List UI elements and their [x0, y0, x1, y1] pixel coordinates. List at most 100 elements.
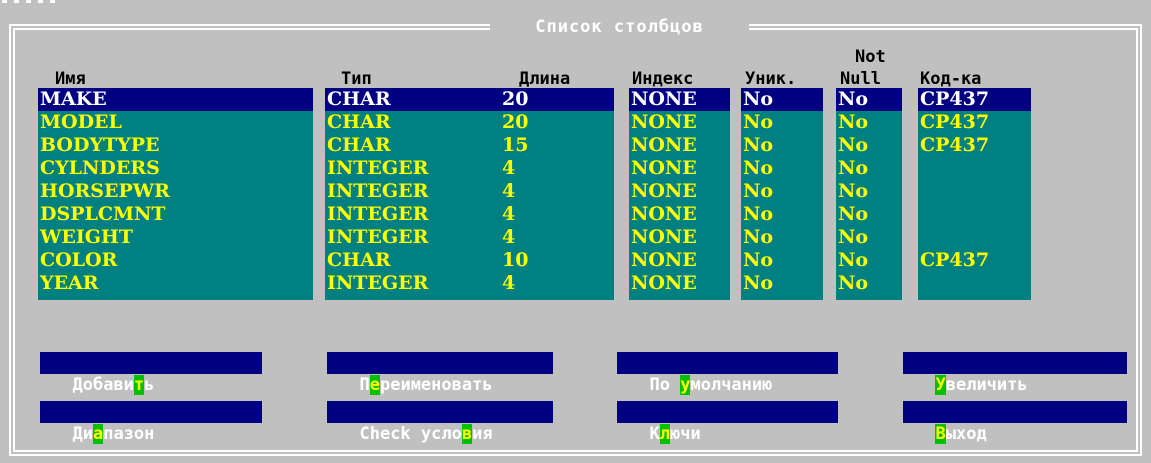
cell-length[interactable]: 4	[500, 203, 614, 226]
cell-name[interactable]: WEIGHT	[38, 226, 313, 249]
cell-name[interactable]: MAKE	[38, 88, 313, 111]
rename-button-label-pre: П	[359, 375, 370, 395]
dialog-title-bar: Список столбцов	[490, 14, 749, 40]
header-length: Длина	[519, 69, 571, 89]
default-button-label-pre: По	[649, 375, 681, 395]
header-index: Индекс	[632, 69, 694, 89]
cell-notnull[interactable]: No	[836, 111, 902, 134]
cell-name[interactable]: BODYTYPE	[38, 134, 313, 157]
exit-button-hotkey: В	[935, 424, 946, 444]
enlarge-button-hotkey: У	[935, 375, 946, 395]
check-button-label-pre: Check усло	[359, 424, 462, 444]
cell-length[interactable]: 4	[500, 180, 614, 203]
cell-notnull[interactable]: No	[836, 203, 902, 226]
cell-name[interactable]: MODEL	[38, 111, 313, 134]
cell-unique[interactable]: No	[741, 88, 823, 111]
cell-length[interactable]: 20	[500, 111, 614, 134]
cell-notnull[interactable]: No	[836, 88, 902, 111]
range-button-label-pre: Ди	[72, 424, 93, 444]
column-codepage[interactable]: CP437 CP437 CP437 CP437	[918, 88, 1031, 300]
check-conditions-button[interactable]: Check условия	[327, 401, 553, 444]
enlarge-button[interactable]: Увеличить	[903, 352, 1127, 395]
cell-unique[interactable]: No	[741, 226, 823, 249]
keys-button-label-pre: К	[649, 424, 660, 444]
cell-index[interactable]: NONE	[629, 226, 730, 249]
cell-index[interactable]: NONE	[629, 272, 730, 295]
cell-notnull[interactable]: No	[836, 249, 902, 272]
exit-button[interactable]: Выход	[903, 401, 1127, 444]
cell-index[interactable]: NONE	[629, 111, 730, 134]
dialog-title: Список столбцов	[535, 17, 704, 37]
header-notnull-bottom: Null	[840, 69, 881, 89]
cell-index[interactable]: NONE	[629, 180, 730, 203]
exit-button-label-post: ыход	[945, 424, 987, 444]
cell-unique[interactable]: No	[741, 134, 823, 157]
cell-unique[interactable]: No	[741, 272, 823, 295]
default-button[interactable]: По умолчанию	[617, 352, 838, 395]
cell-length[interactable]: 15	[500, 134, 614, 157]
enlarge-button-label-post: величить	[945, 375, 1028, 395]
header-name: Имя	[55, 69, 86, 89]
header-codepage: Код-ка	[920, 69, 982, 89]
cell-unique[interactable]: No	[741, 111, 823, 134]
column-unique[interactable]: No No No No No No No No No	[741, 88, 823, 300]
cell-name[interactable]: CYLNDERS	[38, 157, 313, 180]
add-button-label-pre: Добави	[72, 375, 134, 395]
cell-codepage[interactable]: CP437	[918, 88, 1031, 111]
cell-length[interactable]: 4	[500, 272, 614, 295]
default-button-label-post: молчанию	[690, 375, 773, 395]
cell-notnull[interactable]: No	[836, 180, 902, 203]
cell-index[interactable]: NONE	[629, 134, 730, 157]
cell-codepage[interactable]	[918, 157, 1031, 180]
keys-button[interactable]: Ключи	[617, 401, 838, 444]
cell-codepage[interactable]: CP437	[918, 111, 1031, 134]
cell-notnull[interactable]: No	[836, 272, 902, 295]
header-notnull-top: Not	[855, 47, 886, 67]
cell-unique[interactable]: No	[741, 203, 823, 226]
cell-codepage[interactable]	[918, 203, 1031, 226]
header-type: Тип	[341, 69, 372, 89]
cell-length[interactable]: 20	[500, 88, 614, 111]
cell-name[interactable]: HORSEPWR	[38, 180, 313, 203]
column-notnull[interactable]: No No No No No No No No No	[836, 88, 902, 300]
cell-index[interactable]: NONE	[629, 203, 730, 226]
cell-notnull[interactable]: No	[836, 157, 902, 180]
rename-button-label-post: реименовать	[379, 375, 493, 395]
cell-index[interactable]: NONE	[629, 88, 730, 111]
range-button-label-post: пазон	[103, 424, 155, 444]
cell-name[interactable]: COLOR	[38, 249, 313, 272]
cell-notnull[interactable]: No	[836, 134, 902, 157]
cell-index[interactable]: NONE	[629, 249, 730, 272]
rename-button-hotkey: е	[369, 375, 380, 395]
keys-button-label-post: ючи	[669, 424, 701, 444]
keys-button-hotkey: л	[659, 424, 670, 444]
default-button-hotkey: у	[680, 375, 691, 395]
cell-codepage[interactable]: CP437	[918, 134, 1031, 157]
window-edge-marks	[0, 0, 60, 4]
cell-name[interactable]: DSPLCMNT	[38, 203, 313, 226]
cell-index[interactable]: NONE	[629, 157, 730, 180]
range-button[interactable]: Диапазон	[40, 401, 262, 444]
cell-length[interactable]: 10	[500, 249, 614, 272]
check-button-hotkey: в	[461, 424, 473, 444]
cell-codepage[interactable]	[918, 226, 1031, 249]
cell-unique[interactable]: No	[741, 180, 823, 203]
header-unique: Уник.	[745, 69, 797, 89]
rename-button[interactable]: Переименовать	[327, 352, 553, 395]
range-button-hotkey: а	[92, 424, 104, 444]
column-length[interactable]: 20 20 15 4 4 4 4 10 4	[500, 88, 614, 300]
cell-notnull[interactable]: No	[836, 226, 902, 249]
add-button-hotkey: т	[133, 375, 145, 395]
add-button[interactable]: Добавить	[40, 352, 262, 395]
cell-codepage[interactable]	[918, 272, 1031, 295]
cell-codepage[interactable]: CP437	[918, 249, 1031, 272]
cell-name[interactable]: YEAR	[38, 272, 313, 295]
add-button-label-post: ь	[144, 375, 155, 395]
cell-unique[interactable]: No	[741, 249, 823, 272]
cell-length[interactable]: 4	[500, 226, 614, 249]
cell-unique[interactable]: No	[741, 157, 823, 180]
cell-codepage[interactable]	[918, 180, 1031, 203]
cell-length[interactable]: 4	[500, 157, 614, 180]
column-name[interactable]: MAKE MODEL BODYTYPE CYLNDERS HORSEPWR DSPLCMN…	[38, 88, 313, 300]
column-index[interactable]: NONE NONE NONE NONE NONE NONE NONE NONE NONE	[629, 88, 730, 300]
